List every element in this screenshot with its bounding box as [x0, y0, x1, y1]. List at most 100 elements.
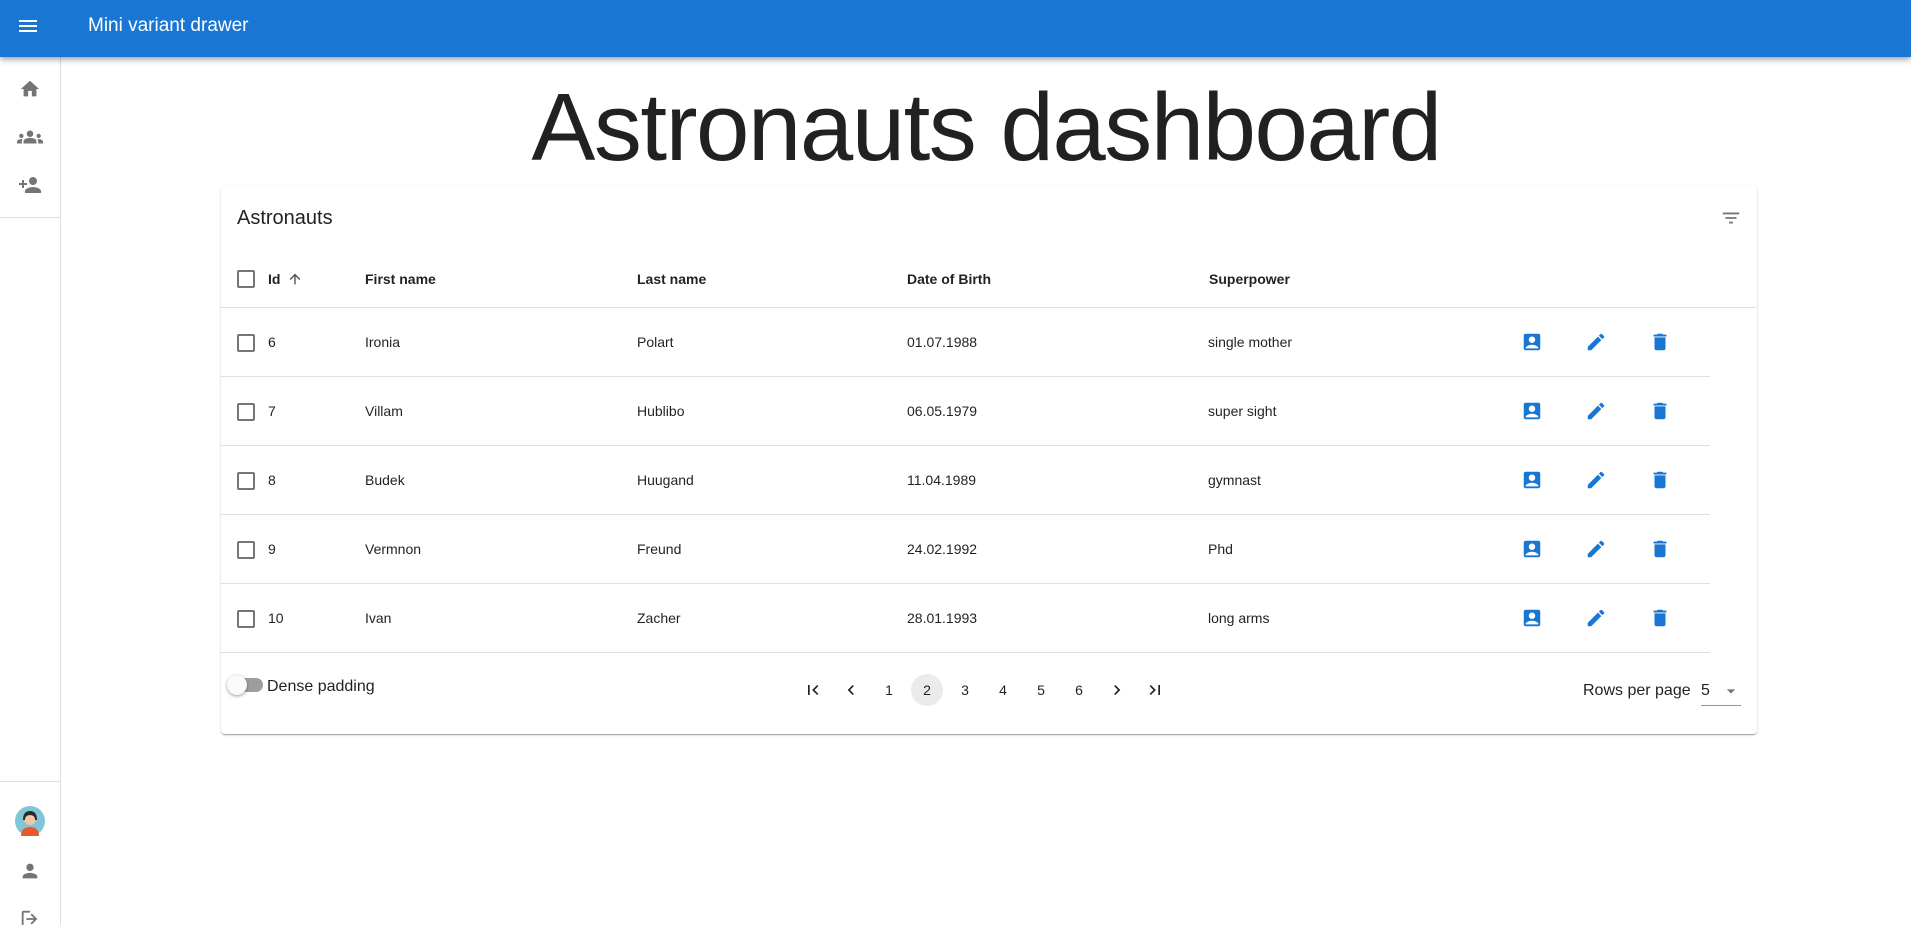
delete-button[interactable] [1648, 399, 1672, 423]
profile-icon [1523, 402, 1541, 420]
column-header-superpower[interactable]: Superpower [1209, 270, 1290, 288]
row-checkbox[interactable] [237, 541, 255, 559]
cell-id: 9 [268, 541, 276, 557]
arrow-drop-down-icon [1726, 689, 1736, 694]
first-page-icon [808, 685, 819, 695]
view-profile-button[interactable] [1520, 606, 1544, 630]
avatar [15, 806, 45, 836]
edit-button[interactable] [1584, 330, 1608, 354]
cell-date-of-birth: 11.04.1989 [907, 472, 977, 488]
page-6-button[interactable]: 6 [1063, 674, 1095, 706]
dense-padding-switch[interactable] [227, 674, 263, 695]
cell-id: 6 [268, 334, 276, 350]
edit-button[interactable] [1584, 399, 1608, 423]
column-header-date-of-birth[interactable]: Date of Birth [907, 270, 991, 288]
table-title: Astronauts [237, 207, 333, 229]
first-page-button[interactable] [797, 674, 829, 706]
rows-per-page-label: Rows per page [1583, 682, 1691, 699]
cell-id: 7 [268, 403, 276, 419]
cell-first-name: Vermnon [365, 541, 422, 557]
cell-id: 8 [268, 472, 276, 488]
edit-icon [1587, 540, 1605, 558]
nav-logout[interactable] [0, 895, 60, 925]
delete-button[interactable] [1648, 468, 1672, 492]
delete-icon [1653, 471, 1667, 489]
row-checkbox[interactable] [237, 334, 255, 352]
nav-astronauts[interactable] [0, 113, 60, 161]
page-5-button[interactable]: 5 [1025, 674, 1057, 706]
page-4-button[interactable]: 4 [987, 674, 1019, 706]
edit-icon [1587, 402, 1605, 420]
last-page-button[interactable] [1139, 674, 1171, 706]
page-title: Astronauts dashboard [531, 74, 1442, 181]
dense-padding-label: Dense padding [267, 678, 375, 695]
delete-button[interactable] [1648, 330, 1672, 354]
home-icon [20, 80, 40, 97]
cell-first-name: Ivan [365, 610, 392, 626]
rows-per-page-value: 5 [1701, 682, 1710, 699]
cell-date-of-birth: 06.05.1979 [907, 403, 978, 419]
drawer-divider [0, 217, 60, 218]
profile-icon [1523, 609, 1541, 627]
column-header-last-name[interactable]: Last name [637, 270, 706, 288]
arrow-upward-icon [289, 273, 301, 285]
column-header-id[interactable]: Id [268, 270, 280, 288]
edit-button[interactable] [1584, 537, 1608, 561]
mini-drawer [0, 57, 61, 925]
previous-page-button[interactable] [835, 674, 867, 706]
table-row[interactable]: 6 Ironia Polart 01.07.1988 single mother [221, 308, 1710, 377]
row-checkbox[interactable] [237, 472, 255, 490]
last-page-icon [1149, 685, 1160, 695]
delete-button[interactable] [1648, 606, 1672, 630]
nav-profile[interactable] [0, 847, 60, 895]
select-all-checkbox[interactable] [237, 270, 255, 288]
row-checkbox[interactable] [237, 403, 255, 421]
page-1-button[interactable]: 1 [873, 674, 905, 706]
nav-home[interactable] [0, 65, 60, 113]
cell-id: 10 [268, 610, 284, 626]
menu-icon[interactable] [16, 14, 40, 38]
view-profile-button[interactable] [1520, 330, 1544, 354]
edit-icon [1587, 471, 1605, 489]
column-header-first-name[interactable]: First name [365, 270, 436, 288]
cell-first-name: Budek [365, 472, 405, 488]
table-row[interactable]: 7 Villam Hublibo 06.05.1979 super sight [221, 377, 1710, 446]
cell-superpower: single mother [1208, 334, 1293, 350]
logout-icon [21, 910, 38, 925]
rows-per-page-select[interactable]: 5 [1701, 680, 1741, 706]
cell-superpower: long arms [1208, 610, 1270, 626]
cell-first-name: Villam [365, 403, 403, 419]
delete-button[interactable] [1648, 537, 1672, 561]
view-profile-button[interactable] [1520, 468, 1544, 492]
table-row[interactable]: 8 Budek Huugand 11.04.1989 gymnast [221, 446, 1710, 515]
cell-superpower: gymnast [1208, 472, 1261, 488]
table-header-row: Id First name Last name Date of Birth Su… [221, 250, 1757, 308]
page-2-button[interactable]: 2 [911, 674, 943, 706]
edit-icon [1587, 333, 1605, 351]
row-checkbox[interactable] [237, 610, 255, 628]
edit-button[interactable] [1584, 468, 1608, 492]
cell-superpower: super sight [1208, 403, 1277, 419]
profile-icon [1523, 471, 1541, 489]
cell-first-name: Ironia [365, 334, 401, 350]
cell-last-name: Zacher [637, 610, 681, 626]
table-row[interactable]: 10 Ivan Zacher 28.01.1993 long arms [221, 584, 1710, 653]
user-avatar-button[interactable] [0, 797, 60, 845]
cell-last-name: Hublibo [637, 403, 685, 419]
nav-add-astronaut[interactable] [0, 161, 60, 209]
delete-icon [1653, 609, 1667, 627]
view-profile-button[interactable] [1520, 399, 1544, 423]
edit-button[interactable] [1584, 606, 1608, 630]
delete-icon [1653, 540, 1667, 558]
person-icon [22, 863, 38, 879]
filter-button[interactable] [1717, 204, 1745, 232]
table-row[interactable]: 9 Vermnon Freund 24.02.1992 Phd [221, 515, 1710, 584]
cell-date-of-birth: 24.02.1992 [907, 541, 978, 557]
page-3-button[interactable]: 3 [949, 674, 981, 706]
person-add-icon [19, 177, 41, 193]
view-profile-button[interactable] [1520, 537, 1544, 561]
group-icon [17, 130, 43, 144]
delete-icon [1653, 402, 1667, 420]
next-page-button[interactable] [1101, 674, 1133, 706]
profile-icon [1523, 333, 1541, 351]
